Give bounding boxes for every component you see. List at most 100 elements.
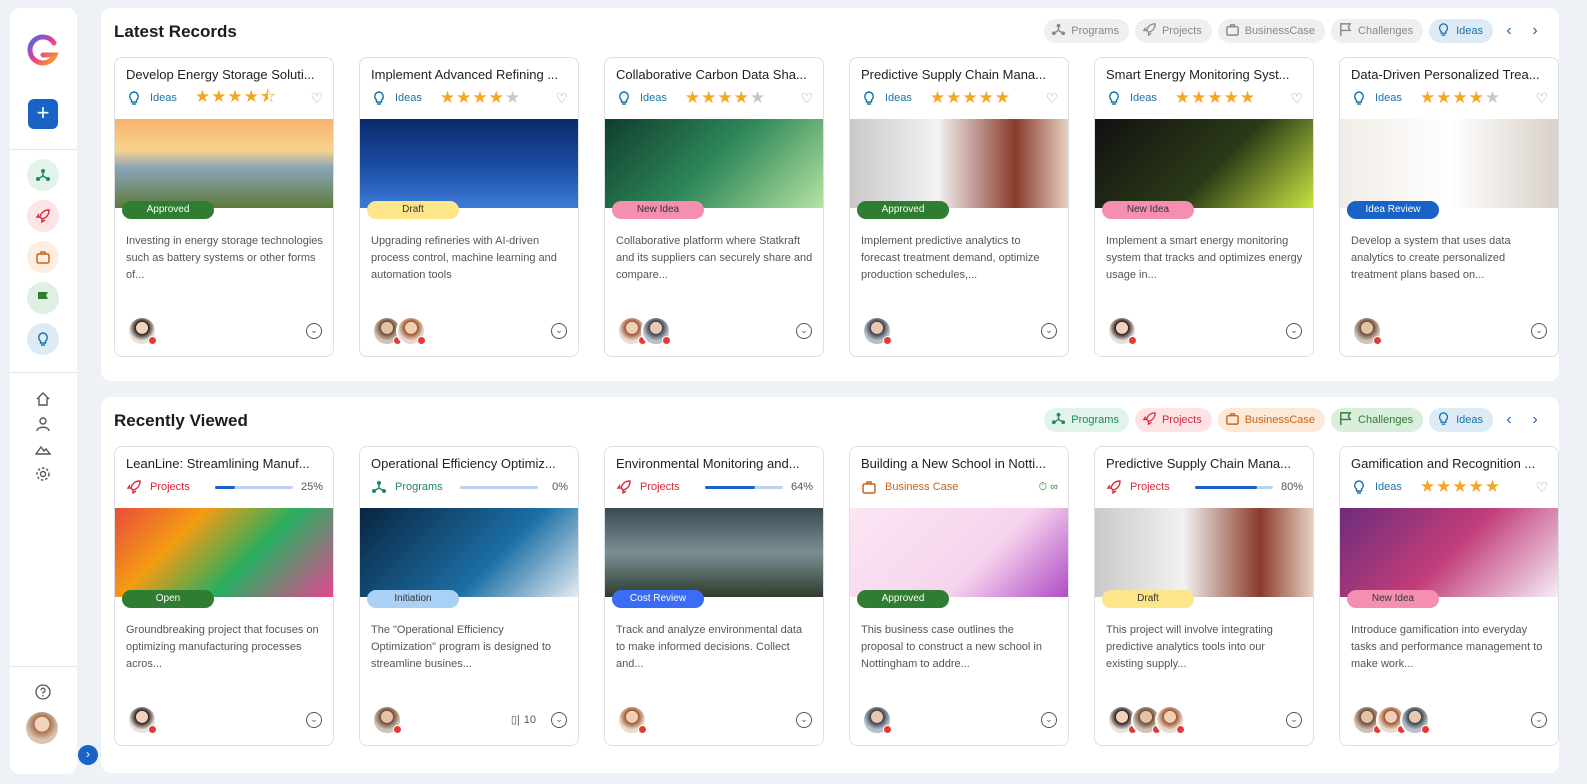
card-title[interactable]: Implement Advanced Refining ... [371,67,569,82]
expand-chevron-icon[interactable]: ⌄ [796,712,812,728]
card-image [1095,508,1313,597]
filter-chip-ideas[interactable]: Ideas [1429,19,1493,43]
filter-chip-programs[interactable]: Programs [1044,19,1129,43]
ideas-icon [371,90,387,106]
expand-chevron-icon[interactable]: ⌄ [1041,323,1057,339]
nav-projects[interactable] [27,200,59,232]
progress-bar: 25% [215,481,323,493]
favorite-heart-icon[interactable]: ♡ [1290,90,1303,107]
filter-chip-projects[interactable]: Projects [1134,408,1212,432]
status-badge: New Idea [1347,590,1439,608]
card-title[interactable]: Predictive Supply Chain Mana... [861,67,1059,82]
record-card[interactable]: Collaborative Carbon Data Sha... Ideas ★… [604,57,824,357]
nav-home[interactable] [34,390,52,408]
avatar[interactable] [127,705,157,735]
nav-analytics[interactable] [34,440,52,458]
divider [10,666,77,667]
card-title[interactable]: Building a New School in Notti... [861,456,1059,471]
card-title[interactable]: Smart Energy Monitoring Syst... [1106,67,1304,82]
assignee-avatars [617,316,671,346]
avatar[interactable] [862,316,892,346]
nav-businesscase[interactable] [27,241,59,273]
card-title[interactable]: Develop Energy Storage Soluti... [126,67,324,82]
record-card[interactable]: Environmental Monitoring and... Projects… [604,446,824,746]
card-title[interactable]: Collaborative Carbon Data Sha... [616,67,814,82]
card-title[interactable]: Environmental Monitoring and... [616,456,814,471]
filter-chip-ideas[interactable]: Ideas [1429,408,1493,432]
nav-settings[interactable] [34,465,52,483]
record-card[interactable]: Gamification and Recognition ... Ideas ★… [1339,446,1559,746]
add-button[interactable]: + [28,99,58,129]
expand-chevron-icon[interactable]: ⌄ [306,712,322,728]
status-dot [662,336,671,345]
favorite-heart-icon[interactable]: ♡ [1535,479,1548,496]
expand-chevron-icon[interactable]: ⌄ [551,712,567,728]
assignee-avatars [127,316,157,346]
avatar[interactable] [127,316,157,346]
expand-chevron-icon[interactable]: ⌄ [1041,712,1057,728]
next-arrow-icon[interactable]: › [1525,22,1545,40]
expand-chevron-icon[interactable]: ⌄ [1531,323,1547,339]
record-card[interactable]: Predictive Supply Chain Mana... Ideas ★★… [849,57,1069,357]
nav-ideas[interactable] [27,323,59,355]
record-card[interactable]: Building a New School in Notti... Busine… [849,446,1069,746]
record-card[interactable]: Smart Energy Monitoring Syst... Ideas ★★… [1094,57,1314,357]
expand-chevron-icon[interactable]: ⌄ [796,323,812,339]
expand-chevron-icon[interactable]: ⌄ [1531,712,1547,728]
user-avatar[interactable] [26,712,58,744]
nav-programs[interactable] [27,159,59,191]
avatar[interactable] [862,705,892,735]
record-card[interactable]: Operational Efficiency Optimiz... Progra… [359,446,579,746]
card-title[interactable]: LeanLine: Streamlining Manuf... [126,456,324,471]
favorite-heart-icon[interactable]: ♡ [1045,90,1058,107]
avatar[interactable] [1352,316,1382,346]
help-icon [35,684,51,700]
app-logo-icon[interactable] [26,34,60,68]
avatar[interactable] [396,316,426,346]
help-button[interactable] [34,683,52,701]
card-title[interactable]: Gamification and Recognition ... [1351,456,1549,471]
card-title[interactable]: Data-Driven Personalized Trea... [1351,67,1549,82]
filter-chip-projects[interactable]: Projects [1134,19,1212,43]
avatar[interactable] [372,705,402,735]
expand-chevron-icon[interactable]: ⌄ [306,323,322,339]
rating-stars: ★★★★★ [1174,88,1257,107]
filter-chip-challenges[interactable]: Challenges [1331,408,1424,432]
previous-arrow-icon[interactable]: ‹ [1499,411,1519,429]
avatar[interactable] [1400,705,1430,735]
favorite-heart-icon[interactable]: ♡ [555,90,568,107]
favorite-heart-icon[interactable]: ♡ [800,90,813,107]
next-arrow-icon[interactable]: › [1525,411,1545,429]
avatar[interactable] [641,316,671,346]
assignee-avatars [127,705,157,735]
nav-profile[interactable] [34,415,52,433]
sidebar-collapse-button[interactable]: › [78,745,98,765]
projects-icon [1142,22,1157,40]
previous-arrow-icon[interactable]: ‹ [1499,22,1519,40]
avatar[interactable] [1107,316,1137,346]
filter-chip-programs[interactable]: Programs [1044,408,1129,432]
divider [10,149,77,150]
expand-chevron-icon[interactable]: ⌄ [1286,712,1302,728]
status-dot [883,725,892,734]
record-card[interactable]: Predictive Supply Chain Mana... Projects… [1094,446,1314,746]
lightbulb-icon [38,332,48,346]
filter-chip-businesscase[interactable]: BusinessCase [1217,19,1326,43]
favorite-heart-icon[interactable]: ♡ [1535,90,1548,107]
record-card[interactable]: Develop Energy Storage Soluti... Ideas ★… [114,57,334,357]
nav-challenges[interactable] [27,282,59,314]
avatar[interactable] [617,705,647,735]
card-title[interactable]: Operational Efficiency Optimiz... [371,456,569,471]
expand-chevron-icon[interactable]: ⌄ [551,323,567,339]
record-card[interactable]: Implement Advanced Refining ... Ideas ★★… [359,57,579,357]
challenges-icon [1338,22,1353,40]
filter-chip-challenges[interactable]: Challenges [1331,19,1424,43]
record-card[interactable]: LeanLine: Streamlining Manuf... Projects… [114,446,334,746]
card-title[interactable]: Predictive Supply Chain Mana... [1106,456,1304,471]
favorite-heart-icon[interactable]: ♡ [310,90,323,107]
filter-chip-businesscase[interactable]: BusinessCase [1217,408,1326,432]
card-meta: Projects 80% [1106,478,1303,496]
avatar[interactable] [1155,705,1185,735]
expand-chevron-icon[interactable]: ⌄ [1286,323,1302,339]
record-card[interactable]: Data-Driven Personalized Trea... Ideas ★… [1339,57,1559,357]
